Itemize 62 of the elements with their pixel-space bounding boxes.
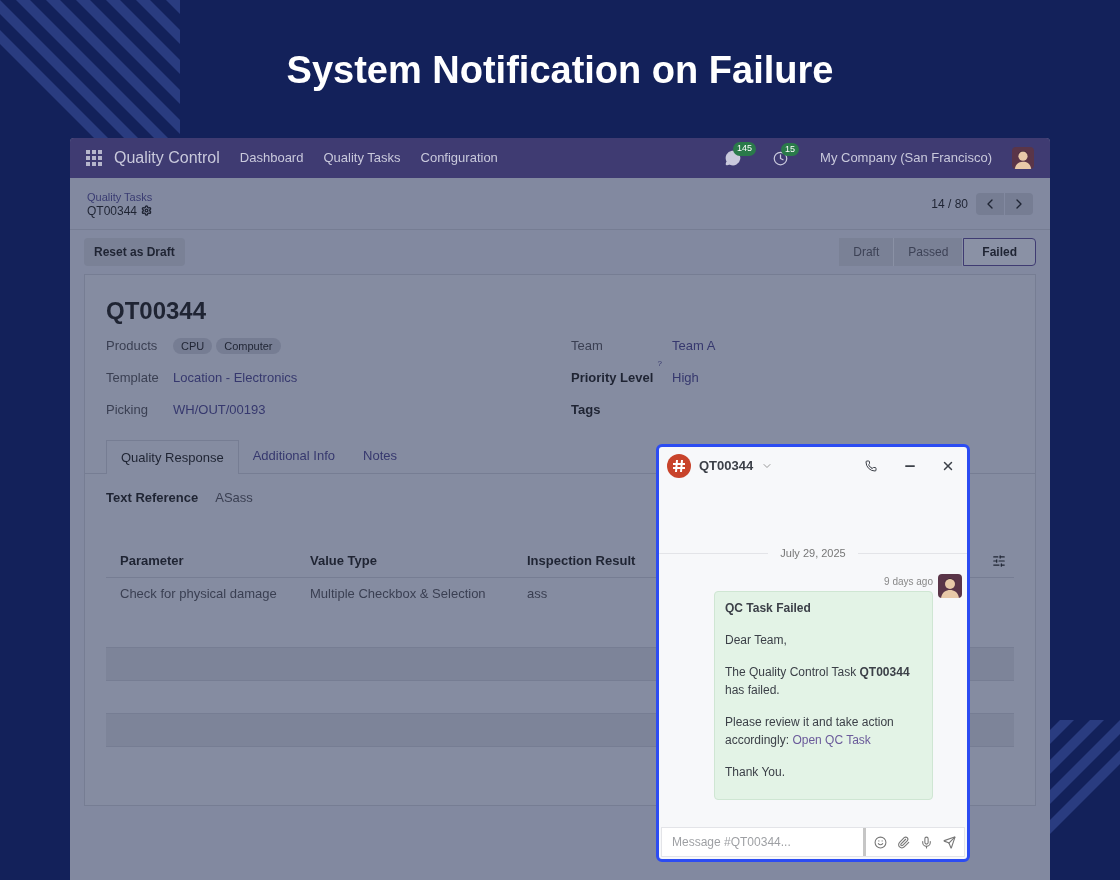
message-paragraph: Dear Team,: [725, 631, 788, 649]
form-tab[interactable]: Quality Response: [106, 440, 239, 474]
field-label: Priority Level: [571, 369, 654, 388]
messages-count-badge: 145: [733, 142, 757, 156]
chat-title[interactable]: QT00344: [699, 456, 754, 476]
column-header: Inspection Result: [527, 552, 637, 571]
nav-menu-item[interactable]: Quality Tasks: [323, 148, 401, 168]
status-stage[interactable]: Draft: [839, 238, 895, 266]
message-subject: QC Task Failed: [725, 599, 812, 617]
field-label: Picking: [106, 401, 149, 420]
activities-icon[interactable]: [773, 150, 789, 166]
page-title: System Notification on Failure: [286, 48, 834, 93]
message-time: 9 days ago: [884, 574, 933, 589]
column-header: Parameter: [119, 552, 185, 571]
field-value-link[interactable]: WH/OUT/00193: [173, 400, 266, 420]
phone-icon[interactable]: [865, 460, 877, 472]
avatar-icon: [938, 573, 962, 598]
app-name[interactable]: Quality Control: [114, 146, 220, 170]
close-icon[interactable]: [941, 459, 955, 473]
field-value: High: [672, 369, 699, 388]
settings-icon[interactable]: [141, 205, 153, 216]
field-label: Template: [106, 369, 160, 388]
open-task-link[interactable]: Open QC Task: [792, 732, 871, 747]
emoji-icon[interactable]: [874, 835, 887, 849]
breadcrumb-link[interactable]: Quality Tasks: [87, 189, 153, 204]
message-paragraph: Please review it and take action accordingly: Open QC Task: [725, 713, 895, 749]
status-stage[interactable]: Failed: [963, 238, 1036, 266]
status-stage[interactable]: Passed: [894, 238, 964, 266]
product-tag: CPU: [173, 338, 213, 354]
table-cell-text: Multiple Checkbox & Selection: [310, 585, 487, 604]
microphone-icon[interactable]: [920, 835, 933, 849]
message-composer[interactable]: Message #QT00344...: [661, 827, 965, 857]
record-title: QT00344: [106, 296, 208, 326]
message-paragraph: Thank You.: [725, 763, 787, 781]
nav-menu-item[interactable]: Dashboard: [239, 148, 304, 168]
field-value: Team A: [672, 337, 716, 356]
optional-columns-icon[interactable]: [992, 554, 1006, 568]
field-label: Products: [106, 337, 159, 356]
avatar-icon: [1012, 147, 1034, 169]
pager-value[interactable]: 14 / 80: [931, 194, 968, 213]
form-tab[interactable]: Notes: [349, 439, 411, 473]
form-tab[interactable]: Additional Info: [238, 439, 350, 473]
send-icon[interactable]: [943, 835, 956, 849]
message-paragraph: The Quality Control Task QT00344 has failed.: [725, 663, 911, 699]
field-value-link[interactable]: Location - Electronics: [173, 368, 298, 388]
apps-menu-icon[interactable]: [86, 150, 102, 166]
field-label: Tags: [571, 401, 601, 420]
table-cell-text: ass: [527, 585, 549, 604]
product-tag: Computer: [216, 338, 281, 354]
field-value: ASass: [215, 489, 253, 507]
column-header: Value Type: [310, 552, 378, 571]
channel-icon: [667, 454, 691, 478]
company-name[interactable]: My Company (San Francisco): [820, 148, 992, 168]
field-label: Team: [571, 337, 603, 356]
table-cell-text: Check for physical damage: [119, 585, 278, 604]
field-label: Text Reference: [106, 489, 199, 507]
breadcrumb-current: QT00344: [87, 203, 138, 218]
nav-menu-item[interactable]: Configuration: [420, 148, 498, 168]
attachment-icon[interactable]: [897, 835, 910, 849]
reset-draft-button[interactable]: Reset as Draft: [84, 238, 185, 266]
date-separator: July 29, 2025: [780, 546, 846, 561]
activities-count-badge: 15: [781, 142, 800, 156]
